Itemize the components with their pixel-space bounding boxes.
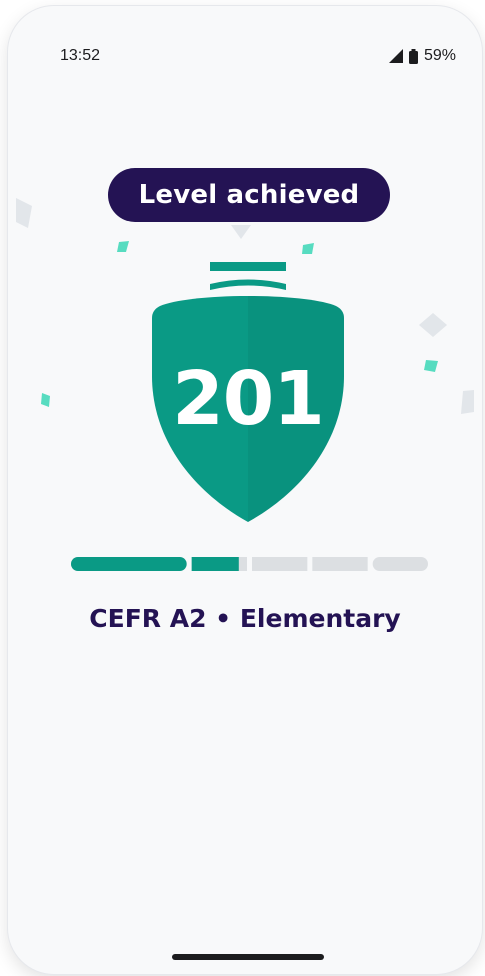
cefr-level-label: CEFR A2 • Elementary	[89, 604, 401, 633]
confetti-icon	[16, 198, 32, 228]
progress-segment-track	[252, 557, 308, 571]
home-indicator[interactable]	[172, 954, 324, 960]
confetti-icon	[231, 225, 251, 239]
confetti-icon	[117, 241, 129, 252]
confetti-icon	[461, 390, 474, 414]
cellular-signal-icon	[388, 49, 403, 63]
level-shield: 201	[148, 256, 348, 526]
progress-segment-track	[312, 557, 368, 571]
battery-icon	[408, 48, 418, 64]
confetti-icon	[302, 243, 314, 254]
confetti-icon	[424, 360, 438, 372]
level-achieved-badge: Level achieved	[108, 168, 390, 222]
confetti-icon	[419, 313, 447, 337]
progress-segment-fill	[191, 557, 239, 571]
status-bar: 13:52 59%	[60, 44, 456, 68]
level-progress-bar	[71, 557, 428, 571]
phone-screen: 13:52 59% Level achieved 201 CEFR A2 • E…	[8, 6, 482, 974]
level-score: 201	[172, 356, 324, 442]
progress-segment-fill	[71, 557, 187, 571]
status-time: 13:52	[60, 47, 101, 64]
battery-percent: 59%	[423, 47, 456, 64]
status-indicators: 59%	[388, 47, 456, 65]
confetti-icon	[41, 393, 50, 407]
progress-segment-track	[372, 557, 428, 571]
